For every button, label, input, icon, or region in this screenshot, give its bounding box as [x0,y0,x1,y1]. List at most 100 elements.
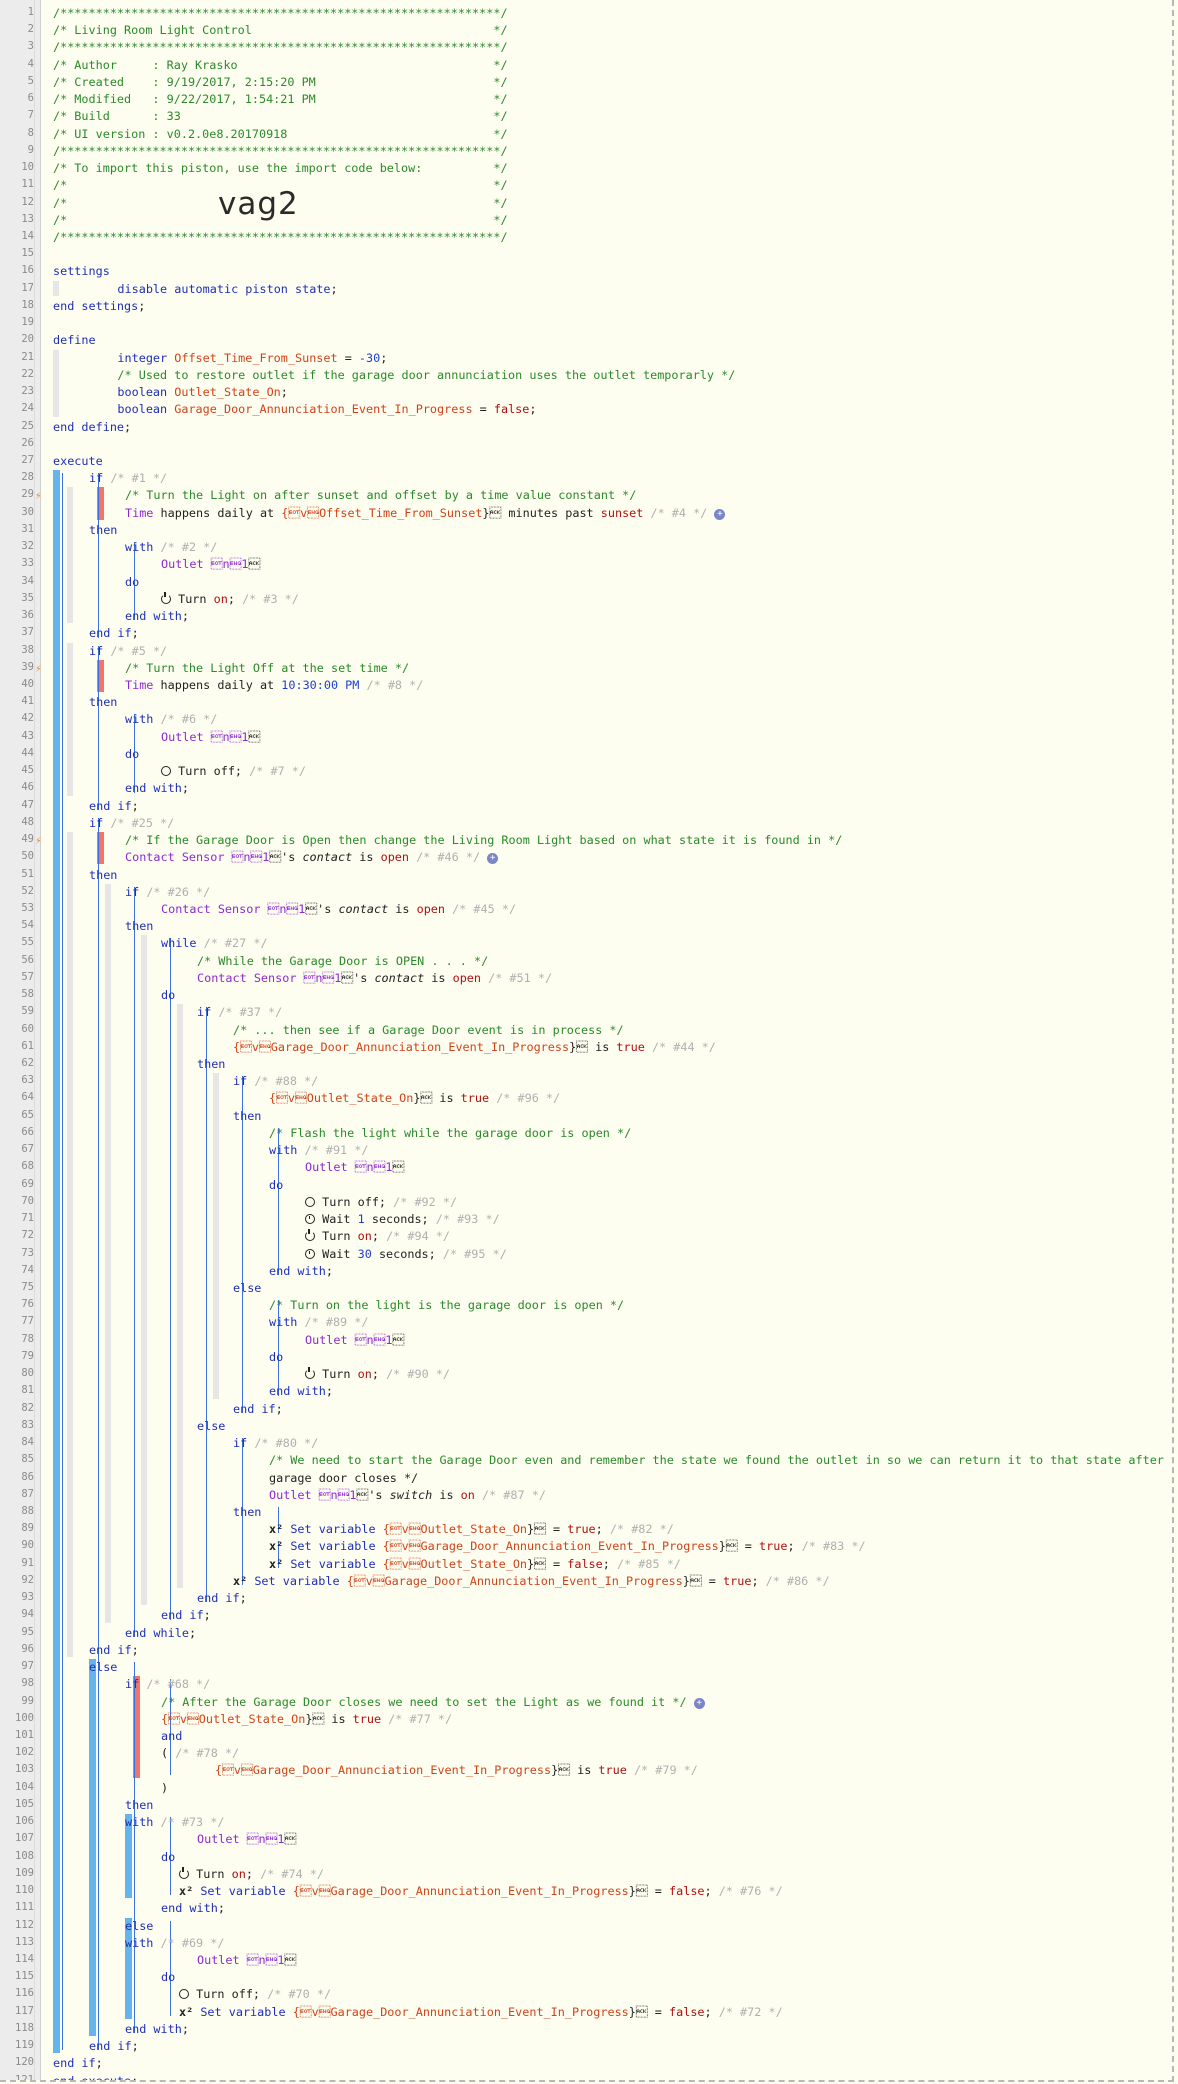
code-text[interactable]: Turn on; /* #3 */ [161,591,299,606]
code-text[interactable]: Outlet n1's switch is on /* #87 */ [269,1488,546,1502]
code-text[interactable]: {vGarage_Door_Annunciation_Event_In_Pr… [215,1763,698,1777]
code-text[interactable]: else [125,1919,153,1933]
code-text[interactable]: end execute; [53,2074,138,2080]
code-text[interactable]: /***************************************… [53,144,508,158]
code-text[interactable]: {vOutlet_State_On} is true /* #77 */ [161,1712,452,1726]
code-text[interactable]: end with; [125,2022,189,2036]
code-text[interactable]: Outlet n1 [161,730,260,744]
code-text[interactable]: Contact Sensor n1's contact is open /… [197,971,552,985]
code-text[interactable]: Turn off; /* #92 */ [305,1195,457,1209]
code-text[interactable]: /* To import this piston, use the import… [53,161,508,175]
code-text[interactable]: Outlet n1 [161,557,260,571]
code-text[interactable]: end while; [125,1626,196,1640]
code-text[interactable]: /***************************************… [53,6,508,20]
code-text[interactable]: end if; [233,1402,283,1416]
code-text[interactable]: end if; [53,2056,103,2070]
code-text[interactable]: if /* #68 */ [125,1677,210,1691]
code-text[interactable]: Outlet n1 [197,1832,296,1846]
code-text[interactable]: end with; [161,1901,225,1915]
code-text[interactable]: if /* #88 */ [233,1074,318,1088]
code-text[interactable]: end with; [125,609,189,623]
code-text[interactable]: x² Set variable {vGarage_Door_Annuncia… [179,2005,783,2019]
code-text[interactable]: /* Author : Ray Krasko */ [53,58,508,72]
code-text[interactable]: if /* #1 */ [89,471,167,485]
code-text[interactable]: Time happens daily at {vOffset_Time_Fr… [125,506,726,520]
code-text[interactable]: ( /* #78 */ [161,1746,239,1760]
code-text[interactable]: boolean Garage_Door_Annunciation_Event_I… [89,402,536,416]
code-text[interactable]: else [233,1281,261,1295]
code-text[interactable]: /***************************************… [53,40,508,54]
code-text[interactable]: end if; [161,1608,211,1622]
add-icon[interactable]: + [693,1697,705,1709]
code-text[interactable]: then [89,523,117,537]
code-text[interactable]: Wait 30 seconds; /* #95 */ [305,1247,507,1261]
code-text[interactable]: do [125,747,139,761]
code-text[interactable]: /* Turn the Light on after sunset and of… [125,488,636,502]
code-text[interactable]: end if; [89,1643,139,1657]
code-text[interactable]: end if; [197,1591,247,1605]
code-text[interactable]: end if; [89,799,139,813]
code-text[interactable]: disable automatic piston state; [89,282,337,296]
code-text[interactable]: then [89,695,117,709]
code-text[interactable]: Turn on; /* #74 */ [179,1866,324,1881]
code-text[interactable]: x² Set variable {vGarage_Door_Annuncia… [179,1884,783,1898]
code-text[interactable]: /* After the Garage Door closes we need … [161,1695,705,1709]
code-text[interactable]: end with; [269,1264,333,1278]
code-text[interactable]: do [161,1850,175,1864]
code-text[interactable]: /* Modified : 9/22/2017, 1:54:21 PM */ [53,92,508,106]
code-text[interactable]: /* Created : 9/19/2017, 2:15:20 PM */ [53,75,508,89]
code-text[interactable]: /* ... then see if a Garage Door event i… [233,1023,624,1037]
code-text[interactable]: with /* #73 */ [125,1815,224,1829]
code-text[interactable]: Contact Sensor n1's contact is open /… [125,850,499,865]
code-text[interactable]: Time happens daily at 10:30:00 PM /* #8 … [125,678,423,692]
code-text[interactable]: then [233,1109,261,1123]
code-text[interactable]: /* Turn the Light Off at the set time */ [125,661,409,675]
code-text[interactable]: end define; [53,420,131,434]
code-text[interactable]: /* Flash the light while the garage door… [269,1126,631,1140]
code-text[interactable]: settings [53,264,110,278]
add-icon[interactable]: + [487,853,499,865]
code-text[interactable]: {vGarage_Door_Annunciation_Event_In_Pr… [233,1040,716,1054]
code-text[interactable]: if /* #80 */ [233,1436,318,1450]
code-text[interactable]: x² Set variable {vOutlet_State_On} = … [269,1522,674,1536]
code-text[interactable]: with /* #2 */ [125,540,217,554]
code-text[interactable]: Wait 1 seconds; /* #93 */ [305,1212,500,1226]
code-text[interactable]: x² Set variable {vGarage_Door_Annuncia… [269,1539,866,1553]
code-text[interactable]: if /* #26 */ [125,885,210,899]
code-text[interactable]: do [161,1970,175,1984]
code-text[interactable]: then [233,1505,261,1519]
code-text[interactable]: {vOutlet_State_On} is true /* #96 */ [269,1091,560,1105]
code-text[interactable]: then [89,868,117,882]
code-text[interactable]: execute [53,454,103,468]
code-text[interactable]: /* If the Garage Door is Open then chang… [125,833,842,847]
code-text[interactable]: /* Used to restore outlet if the garage … [89,368,735,382]
code-text[interactable]: /* While the Garage Door is OPEN . . . *… [197,954,488,968]
code-text[interactable]: else [89,1660,117,1674]
code-text[interactable]: Turn on; /* #90 */ [305,1367,450,1381]
add-icon[interactable]: + [714,508,726,520]
code-text[interactable]: end with; [125,781,189,795]
code-text[interactable]: Turn on; /* #94 */ [305,1229,450,1243]
code-text[interactable]: x² Set variable {vOutlet_State_On} = … [269,1557,681,1571]
code-text[interactable]: end if; [89,2039,139,2053]
code-text[interactable]: /* Living Room Light Control */ [53,23,508,37]
code-text[interactable]: Turn off; /* #7 */ [161,764,306,778]
code-text[interactable]: x² Set variable {vGarage_Door_Annuncia… [233,1574,830,1588]
code-text[interactable]: Outlet n1 [305,1160,404,1174]
code-text[interactable]: then [125,919,153,933]
code-text[interactable]: Outlet n1 [197,1953,296,1967]
code-text[interactable]: end if; [89,626,139,640]
code-text[interactable]: /***************************************… [53,230,508,244]
code-text[interactable]: if /* #37 */ [197,1005,282,1019]
code-text[interactable]: integer Offset_Time_From_Sunset = -30; [89,351,387,365]
code-text[interactable]: if /* #5 */ [89,644,167,658]
code-text[interactable]: else [197,1419,225,1433]
code-text[interactable]: do [269,1350,283,1364]
code-text[interactable]: do [269,1178,283,1192]
code-text[interactable]: define [53,333,96,347]
code-text[interactable]: then [125,1798,153,1812]
code-text[interactable]: /* UI version : v0.2.0e8.20170918 */ [53,127,508,141]
code-text[interactable]: end with; [269,1384,333,1398]
code-text[interactable]: end settings; [53,299,145,313]
code-text[interactable]: boolean Outlet_State_On; [89,385,287,399]
